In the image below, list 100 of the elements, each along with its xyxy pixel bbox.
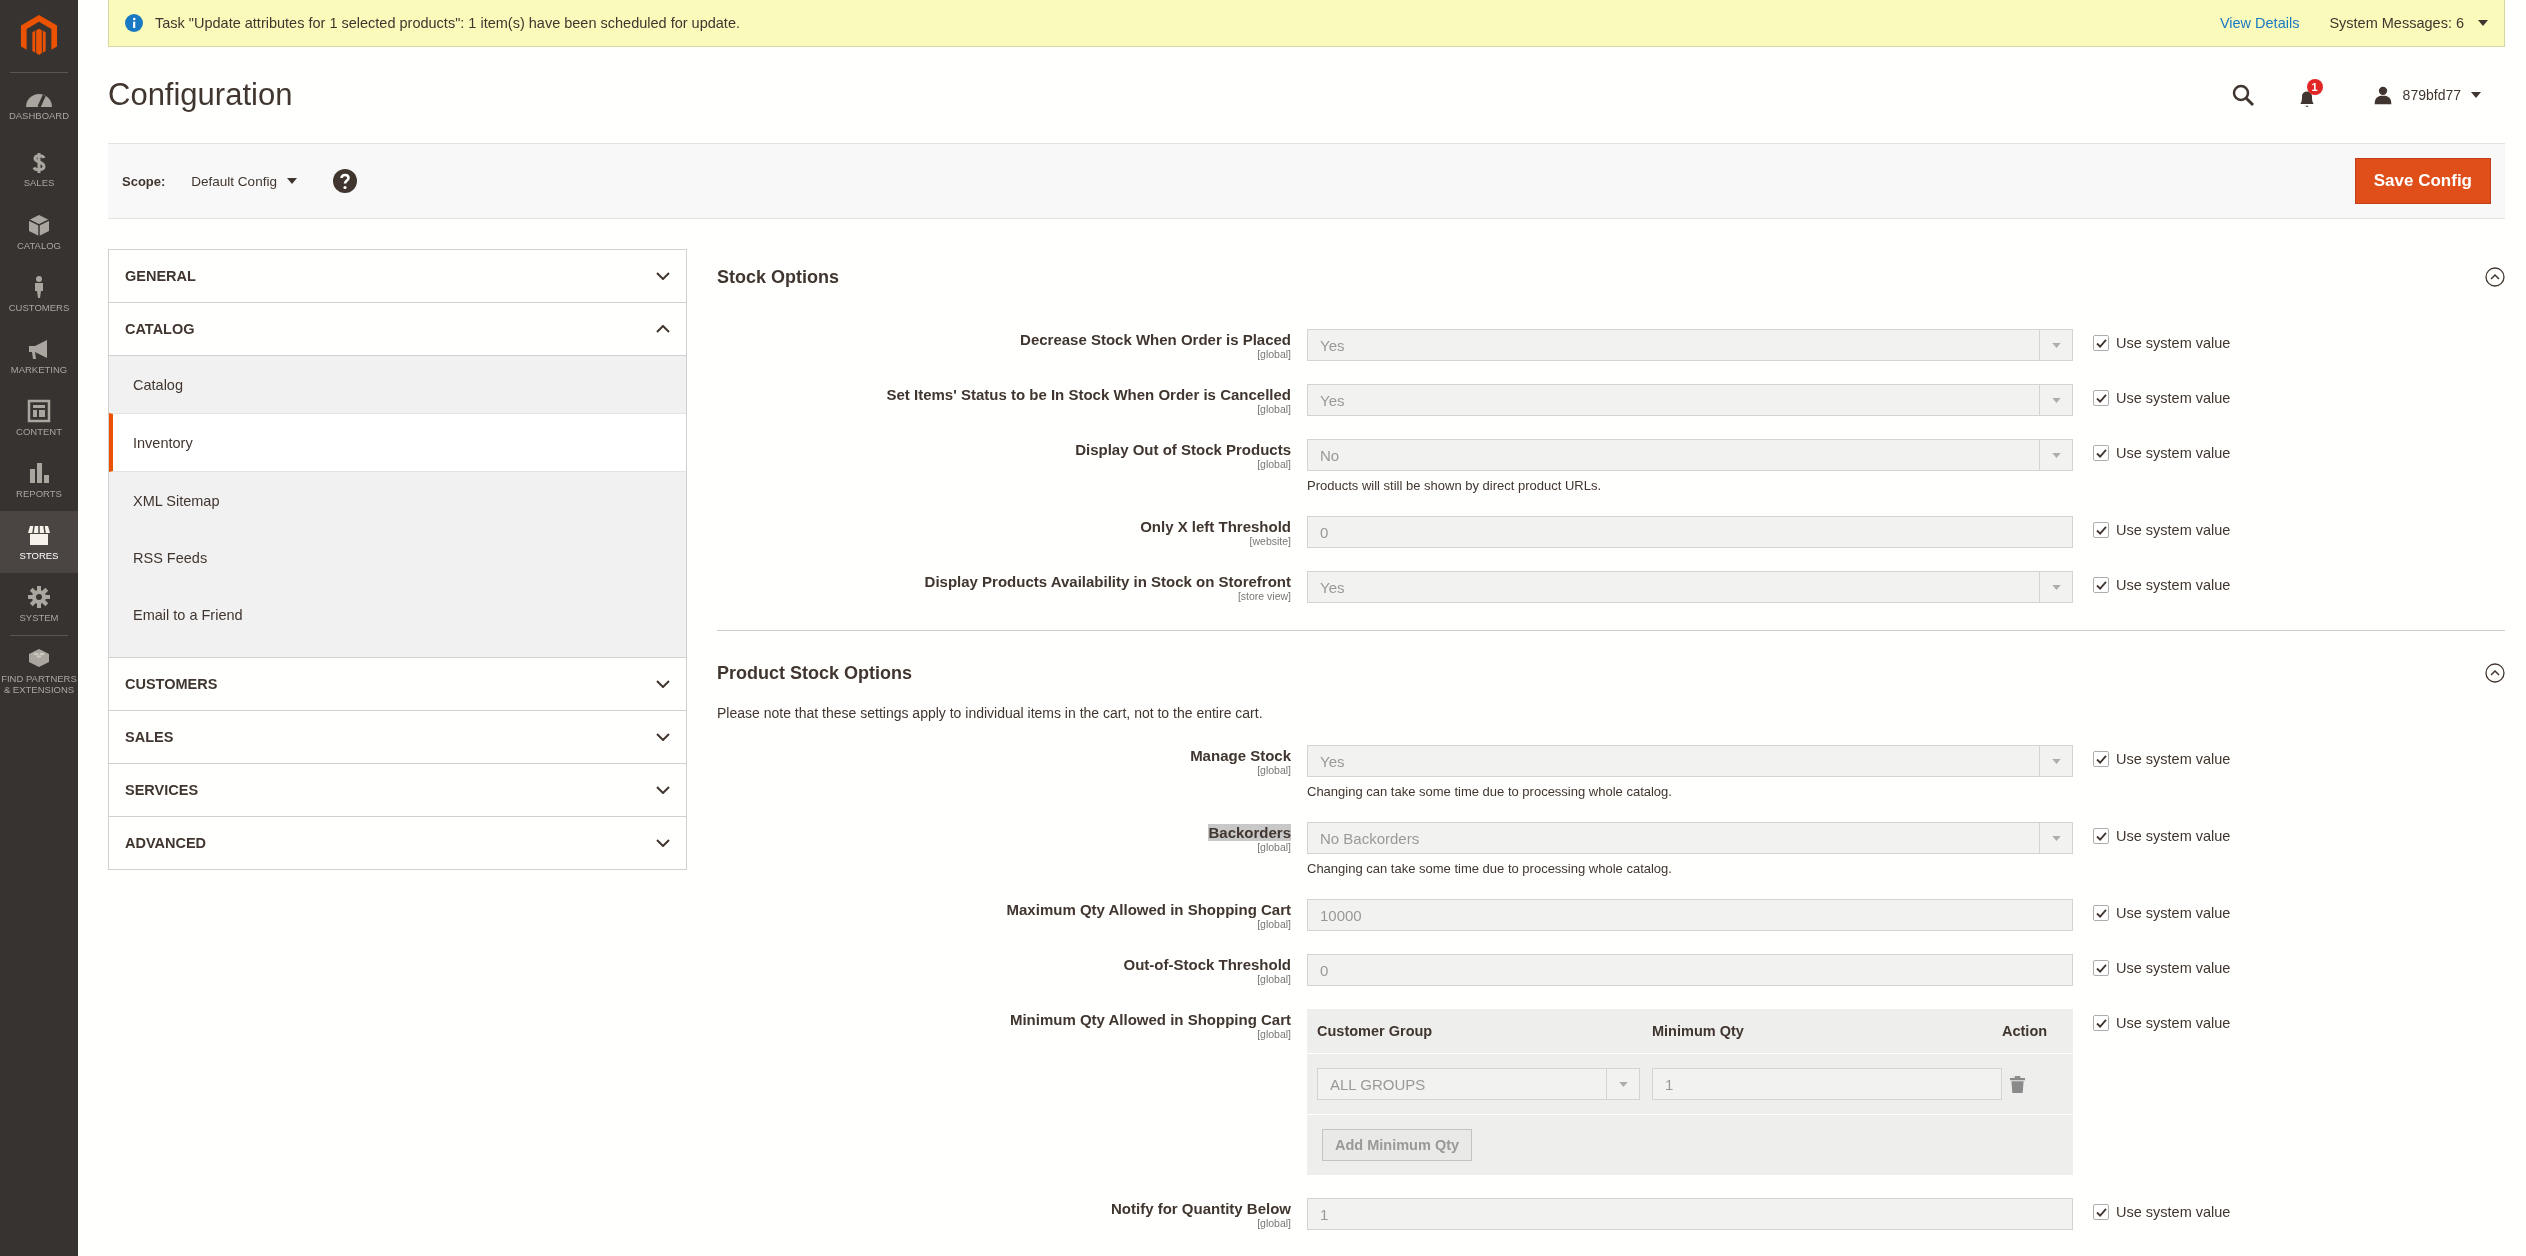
use-system-value-checkbox[interactable]: Use system value: [2093, 384, 2231, 406]
collapse-icon[interactable]: [2485, 267, 2505, 287]
collapse-icon[interactable]: [2485, 663, 2505, 683]
use-system-value-checkbox[interactable]: Use system value: [2093, 1009, 2231, 1031]
field-comment: Products will still be shown by direct product URLs.: [1307, 478, 1603, 493]
field-comment: Changing can take some time due to processing whole catalog.: [1307, 784, 1673, 799]
caret-icon: [2051, 758, 2061, 764]
field-label: Set Items' Status to be In Stock When Order is Cancelled: [886, 386, 1291, 403]
checkbox[interactable]: [2093, 960, 2109, 976]
field-label: Notify for Quantity Below: [1111, 1200, 1291, 1217]
page-title: Configuration: [108, 77, 293, 113]
scope-dropdown[interactable]: Default Config: [191, 173, 297, 189]
checkbox[interactable]: [2093, 828, 2109, 844]
nav-group-header[interactable]: SALES: [109, 710, 686, 763]
section-title[interactable]: Product Stock Options: [717, 662, 912, 684]
checkbox[interactable]: [2093, 390, 2109, 406]
user-menu[interactable]: 879bfd77: [2366, 84, 2487, 106]
checkbox[interactable]: [2093, 1204, 2109, 1220]
scope-hint: [global]: [1257, 1217, 1291, 1229]
sidebar-label: CUSTOMERS: [7, 302, 71, 314]
chevron-icon: [656, 786, 670, 794]
caret-icon: [286, 178, 297, 184]
checkbox[interactable]: [2093, 445, 2109, 461]
field-label: Only X left Threshold: [1140, 518, 1291, 535]
sidebar-item[interactable]: DASHBOARD: [0, 77, 78, 139]
settings-icon: [27, 584, 51, 609]
use-system-value-checkbox[interactable]: Use system value: [2093, 899, 2231, 921]
scope-hint: [global]: [1257, 458, 1291, 470]
sidebar-item[interactable]: CUSTOMERS: [0, 263, 78, 325]
use-system-value-checkbox[interactable]: Use system value: [2093, 954, 2231, 976]
column-header: Action: [2002, 1023, 2049, 1039]
field-label: Display Products Availability in Stock on Storefront: [924, 573, 1291, 590]
checkbox[interactable]: [2093, 751, 2109, 767]
nav-group-header[interactable]: GENERAL: [109, 250, 686, 302]
checkmark-icon: [2095, 963, 2107, 973]
use-system-value-checkbox[interactable]: Use system value: [2093, 745, 2231, 767]
nav-item[interactable]: RSS Feeds: [109, 529, 686, 586]
bar-chart-icon: [27, 460, 51, 485]
sidebar-label: CATALOG: [16, 240, 62, 252]
sidebar-item[interactable]: MARKETING: [0, 325, 78, 387]
use-system-value-checkbox[interactable]: Use system value: [2093, 439, 2231, 461]
nav-group-header[interactable]: SERVICES: [109, 763, 686, 816]
sidebar-item[interactable]: CATALOG: [0, 201, 78, 263]
sidebar-item[interactable]: SALES: [0, 139, 78, 201]
use-system-value-checkbox[interactable]: Use system value: [2093, 516, 2231, 538]
search-icon[interactable]: [2230, 83, 2255, 107]
field-label: Out-of-Stock Threshold: [1123, 956, 1291, 973]
help-icon[interactable]: [332, 169, 357, 193]
field-label: Display Out of Stock Products: [1075, 441, 1291, 458]
notifications-button[interactable]: 1: [2294, 79, 2327, 111]
info-icon: [125, 14, 143, 32]
field-label: Maximum Qty Allowed in Shopping Cart: [1006, 901, 1291, 918]
checkmark-icon: [2095, 1018, 2107, 1028]
notice-message: Task "Update attributes for 1 selected products": 1 item(s) have been scheduled for update.: [155, 15, 740, 31]
scope-hint: [global]: [1257, 764, 1291, 776]
nav-group-header[interactable]: ADVANCED: [109, 816, 686, 869]
use-system-value-checkbox[interactable]: Use system value: [2093, 1198, 2231, 1220]
sidebar-item[interactable]: STORES: [0, 511, 78, 573]
checkmark-icon: [2095, 831, 2107, 841]
nav-item[interactable]: Email to a Friend: [109, 586, 686, 643]
checkmark-icon: [2095, 338, 2107, 348]
sidebar-item[interactable]: FIND PARTNERS & EXTENSIONS: [0, 640, 78, 702]
checkbox[interactable]: [2093, 1015, 2109, 1031]
sidebar-item[interactable]: CONTENT: [0, 387, 78, 449]
system-messages-dropdown[interactable]: System Messages: 6: [2329, 15, 2488, 31]
nav-item[interactable]: Inventory: [109, 413, 686, 472]
field-label: Manage Stock: [1190, 747, 1291, 764]
caret-icon: [2051, 342, 2061, 348]
checkmark-icon: [2095, 393, 2107, 403]
caret-icon: [2051, 584, 2061, 590]
use-system-value-checkbox[interactable]: Use system value: [2093, 822, 2231, 844]
trash-icon[interactable]: [2010, 1075, 2025, 1093]
sidebar-item[interactable]: SYSTEM: [0, 573, 78, 635]
sidebar-label: REPORTS: [15, 488, 63, 500]
use-system-value-checkbox[interactable]: Use system value: [2093, 329, 2231, 351]
save-config-button[interactable]: Save Config: [2354, 158, 2491, 204]
checkbox[interactable]: [2093, 577, 2109, 593]
checkbox[interactable]: [2093, 522, 2109, 538]
logo-icon[interactable]: [20, 14, 58, 58]
sidebar-label: FIND PARTNERS & EXTENSIONS: [0, 674, 78, 696]
column-header: Customer Group: [1317, 1023, 1434, 1039]
sidebar-label: SALES: [22, 177, 56, 189]
chevron-icon: [656, 325, 670, 333]
chevron-icon: [656, 272, 670, 280]
sidebar-label: MARKETING: [9, 364, 69, 376]
scope-hint: [global]: [1257, 918, 1291, 930]
dollar-icon: [32, 151, 46, 174]
notification-count-badge: 1: [2306, 79, 2323, 95]
sidebar-item[interactable]: REPORTS: [0, 449, 78, 511]
nav-item[interactable]: Catalog: [109, 356, 686, 413]
section-title[interactable]: Stock Options: [717, 266, 839, 288]
checkbox[interactable]: [2093, 905, 2109, 921]
checkbox[interactable]: [2093, 335, 2109, 351]
caret-icon: [2478, 20, 2488, 26]
use-system-value-checkbox[interactable]: Use system value: [2093, 571, 2231, 593]
view-details-link[interactable]: View Details: [2219, 15, 2300, 31]
checkmark-icon: [2095, 754, 2107, 764]
scope-hint: [global]: [1257, 841, 1291, 853]
nav-group-header[interactable]: CUSTOMERS: [109, 657, 686, 710]
nav-item[interactable]: XML Sitemap: [109, 472, 686, 529]
